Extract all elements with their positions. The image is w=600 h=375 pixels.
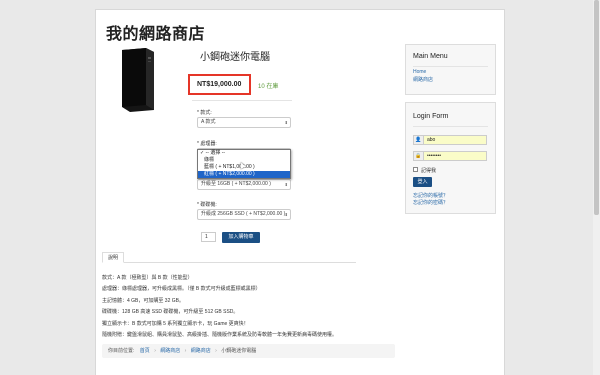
site-title: 我的網路商店	[106, 26, 206, 43]
ram-select[interactable]: 升級至 16GB ( + NT$2,000.00 ) ⬍	[197, 179, 291, 190]
divider	[192, 100, 292, 101]
description-line: 處理器：綠標處理器，可升級成黑標。（僅 B 款式可升級成藍標或黑標）	[102, 286, 261, 292]
forgot-username-link[interactable]: 忘記你的帳號？	[413, 192, 448, 199]
password-input[interactable]: ••••••••	[424, 152, 486, 160]
password-field[interactable]: 🔒 ••••••••	[413, 151, 487, 161]
scrollbar-thumb[interactable]	[594, 0, 599, 215]
remember-me-label: 記得我	[421, 168, 437, 174]
page-container: 我的網路商店 小鋼砲迷你電腦 NT$19,000.00 10 在庫 * 款式: …	[95, 9, 505, 375]
option-label: -- 選擇 --	[205, 150, 226, 156]
remember-me-checkbox[interactable]	[413, 167, 418, 172]
breadcrumb-current: 小鋼砲迷你電腦	[221, 348, 257, 354]
login-form-title: Login Form	[413, 113, 449, 120]
description-line: 碟碟機：128 GB 高速 SSD 碟碟機，可升級至 512 GB SSD。	[102, 309, 239, 315]
login-button[interactable]: 登入	[413, 177, 432, 187]
select-arrows-icon: ⬍	[284, 212, 288, 217]
select-arrows-icon: ⬍	[284, 182, 288, 187]
product-title: 小鋼砲迷你電腦	[200, 52, 270, 63]
dropdown-option-selected[interactable]: 紅標 ( + NT$2,000.00 )	[198, 171, 290, 178]
description-line: 隨機附贈：鍵盤滑鼠組、購員滑鼠墊、高級掛插、隨機版作業系統及防毒軟體一年免費更新…	[102, 332, 338, 338]
description-line: 主記憶體：4 GB，可加購至 32 GB。	[102, 298, 184, 304]
add-to-cart-button[interactable]: 加入購物車	[222, 232, 260, 243]
breadcrumb-separator-icon: ›	[215, 348, 217, 354]
breadcrumb-link-store[interactable]: 網路商店	[160, 348, 180, 354]
breadcrumb-separator-icon: ›	[184, 348, 187, 354]
cpu-label: * 處理器:	[197, 141, 217, 147]
stock-status: 10 在庫	[258, 84, 279, 90]
page-scrollbar[interactable]	[593, 0, 600, 375]
ram-select-value: 升級至 16GB ( + NT$2,000.00 )	[201, 181, 271, 187]
main-menu-title: Main Menu	[413, 53, 448, 60]
main-menu-panel: Main Menu Home 網路商店	[405, 44, 496, 95]
login-form-panel: Login Form 👤 abo 🔒 •••••••• 記得我 登入 忘記你的帳…	[405, 102, 496, 214]
username-input[interactable]: abo	[424, 136, 486, 144]
select-arrows-icon: ⬍	[284, 120, 288, 125]
divider	[413, 66, 488, 67]
breadcrumb-separator-icon: ›	[154, 348, 156, 354]
ssd-select[interactable]: 升級成 256GB SSD ( + NT$2,000.00 ) ⬍	[197, 209, 291, 220]
breadcrumb-link-store-category[interactable]: 網路商店	[191, 348, 211, 354]
breadcrumb: 你目前位置: 首頁 › 網路商店 › 網路商店 › 小鋼砲迷你電腦	[102, 344, 395, 358]
style-label: * 款式:	[197, 110, 212, 116]
option-label: 綠標	[204, 157, 215, 163]
description-line: 款式：A 款（極致型）與 B 款（性能型）	[102, 275, 193, 281]
tab-divider	[102, 262, 356, 263]
lock-icon: 🔒	[414, 152, 424, 160]
menu-link-store[interactable]: 網路商店	[413, 76, 433, 83]
description-line: 獨立顯示卡：B 款式可加購 5 系列獨立顯示卡，玩 Game 更爽快！	[102, 321, 249, 327]
menu-link-home[interactable]: Home	[413, 69, 426, 75]
tab-description[interactable]: 說明	[102, 252, 124, 263]
ssd-select-value: 升級成 256GB SSD ( + NT$2,000.00 )	[201, 211, 286, 217]
ssd-label: * 碟碟機:	[197, 202, 217, 208]
product-image	[122, 48, 154, 112]
breadcrumb-link-home[interactable]: 首頁	[140, 348, 150, 354]
dropdown-option[interactable]: ✓ -- 選擇 --	[198, 150, 290, 157]
product-price: NT$19,000.00	[197, 81, 242, 88]
option-label: 藍標 ( + NT$1,000.00 )	[204, 164, 255, 170]
style-select-value: A 款式	[201, 119, 216, 125]
style-select[interactable]: A 款式 ⬍	[197, 117, 291, 128]
user-icon: 👤	[414, 136, 424, 144]
divider	[413, 126, 488, 127]
breadcrumb-prefix: 你目前位置:	[108, 348, 135, 354]
quantity-input[interactable]: 1	[201, 232, 216, 242]
forgot-password-link[interactable]: 忘記你的密碼？	[413, 199, 448, 206]
username-field[interactable]: 👤 abo	[413, 135, 487, 145]
option-label: 紅標 ( + NT$2,000.00 )	[204, 171, 255, 177]
